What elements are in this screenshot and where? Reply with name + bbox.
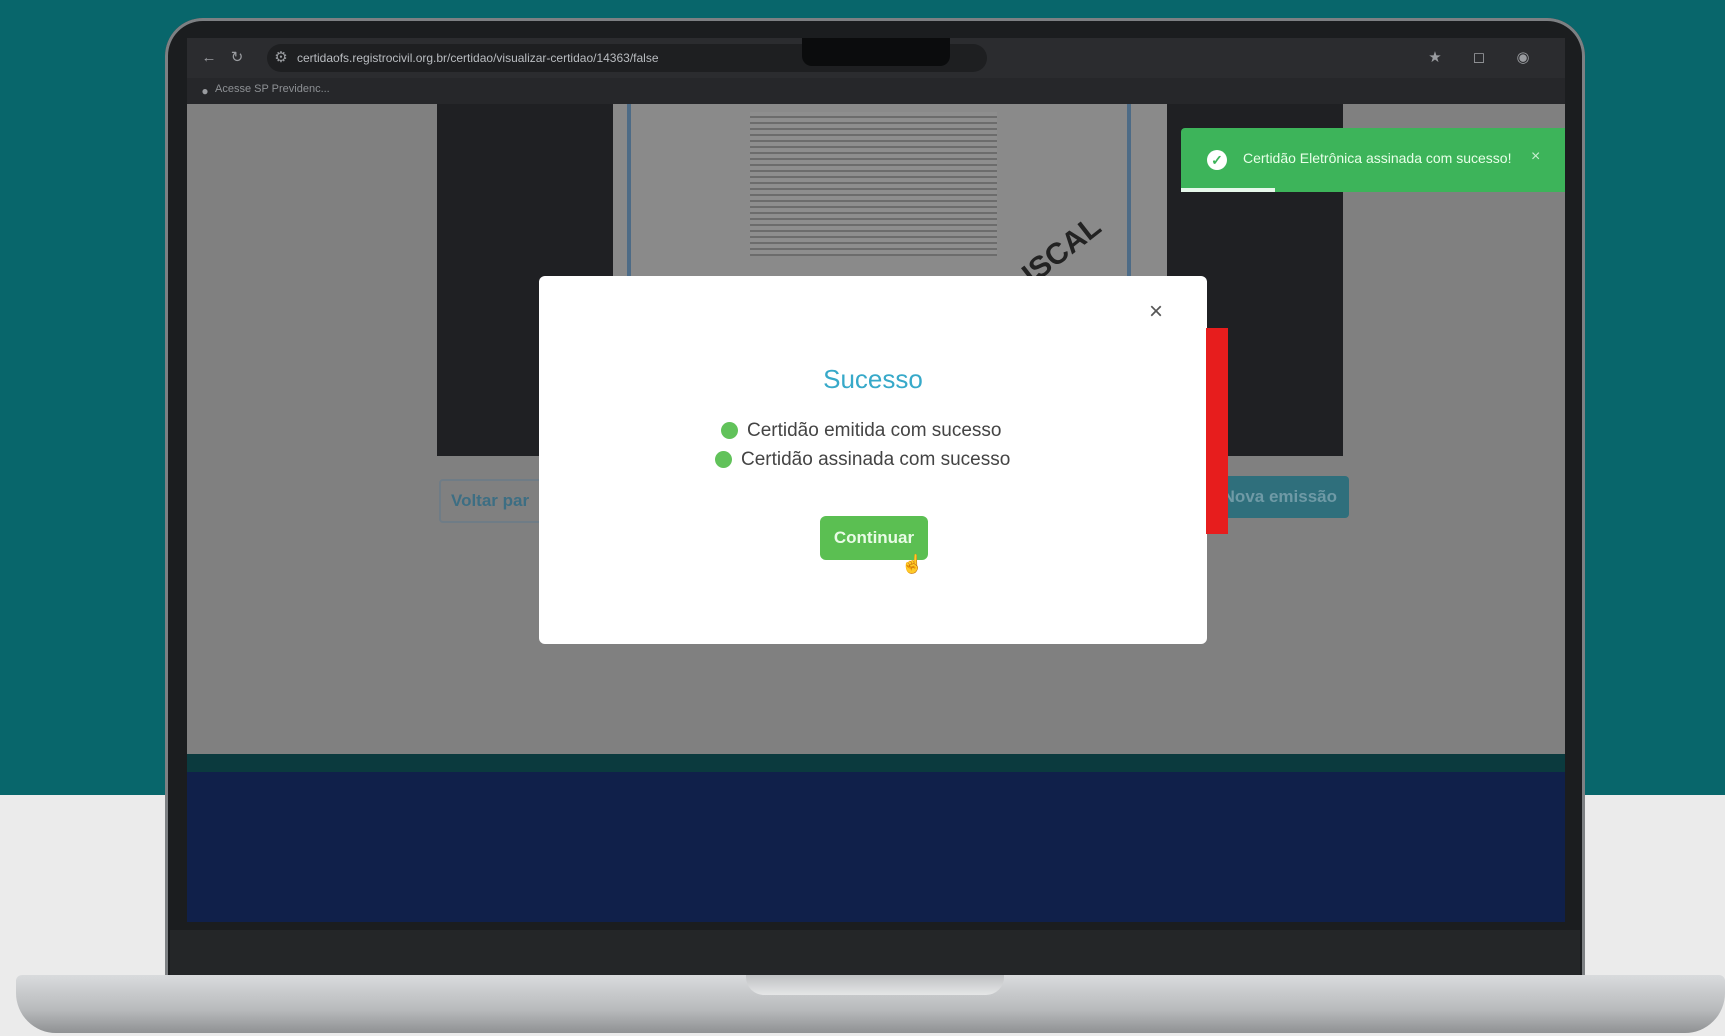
footer-strip (187, 754, 1565, 772)
camera-notch (802, 38, 950, 66)
status-item-text: Certidão assinada com sucesso (741, 449, 1011, 470)
check-icon (715, 451, 732, 469)
red-accent-bar (1206, 328, 1228, 534)
star-icon[interactable]: ★ (1425, 48, 1445, 68)
check-circle-icon: ✓ (1207, 150, 1227, 170)
success-modal: × Sucesso Certidão emitida com sucesso C… (539, 276, 1207, 644)
globe-icon: ● (201, 84, 209, 98)
status-item-text: Certidão emitida com sucesso (747, 420, 1002, 441)
reload-icon[interactable]: ↻ (227, 48, 247, 68)
modal-title: Sucesso (823, 364, 923, 394)
back-icon[interactable]: ← (199, 48, 219, 68)
extension-icon[interactable]: ◻ (1469, 48, 1489, 68)
laptop-base-notch (746, 975, 1004, 995)
bookmark-item[interactable]: Acesse SP Previdenc... (215, 83, 330, 95)
check-icon (721, 422, 738, 440)
page-content: ISCAL Voltar par Nova emissão ✓ Certidão… (187, 104, 1565, 754)
site-info-icon[interactable]: ⚙ (271, 48, 291, 68)
toast-message: Certidão Eletrônica assinada com sucesso… (1243, 150, 1512, 166)
profile-icon[interactable]: ◉ (1513, 48, 1533, 68)
document-scan-image (750, 112, 997, 256)
toast-progress-bar (1181, 188, 1275, 192)
modal-close-icon[interactable]: × (1149, 298, 1163, 326)
status-item: Certidão emitida com sucesso (721, 420, 1002, 442)
toast-close-icon[interactable]: × (1531, 148, 1540, 166)
laptop-bottom-bezel (170, 930, 1580, 976)
success-toast: ✓ Certidão Eletrônica assinada com suces… (1181, 128, 1565, 192)
bookmarks-bar: ● Acesse SP Previdenc... (187, 78, 1565, 104)
status-item: Certidão assinada com sucesso (715, 449, 1010, 471)
footer-area (187, 772, 1565, 922)
pointer-cursor-icon: ☝ (901, 554, 924, 574)
laptop-screen: ← ↻ ⚙ certidaofs.registrocivil.org.br/ce… (187, 38, 1565, 922)
url-text: certidaofs.registrocivil.org.br/certidao… (297, 51, 659, 65)
